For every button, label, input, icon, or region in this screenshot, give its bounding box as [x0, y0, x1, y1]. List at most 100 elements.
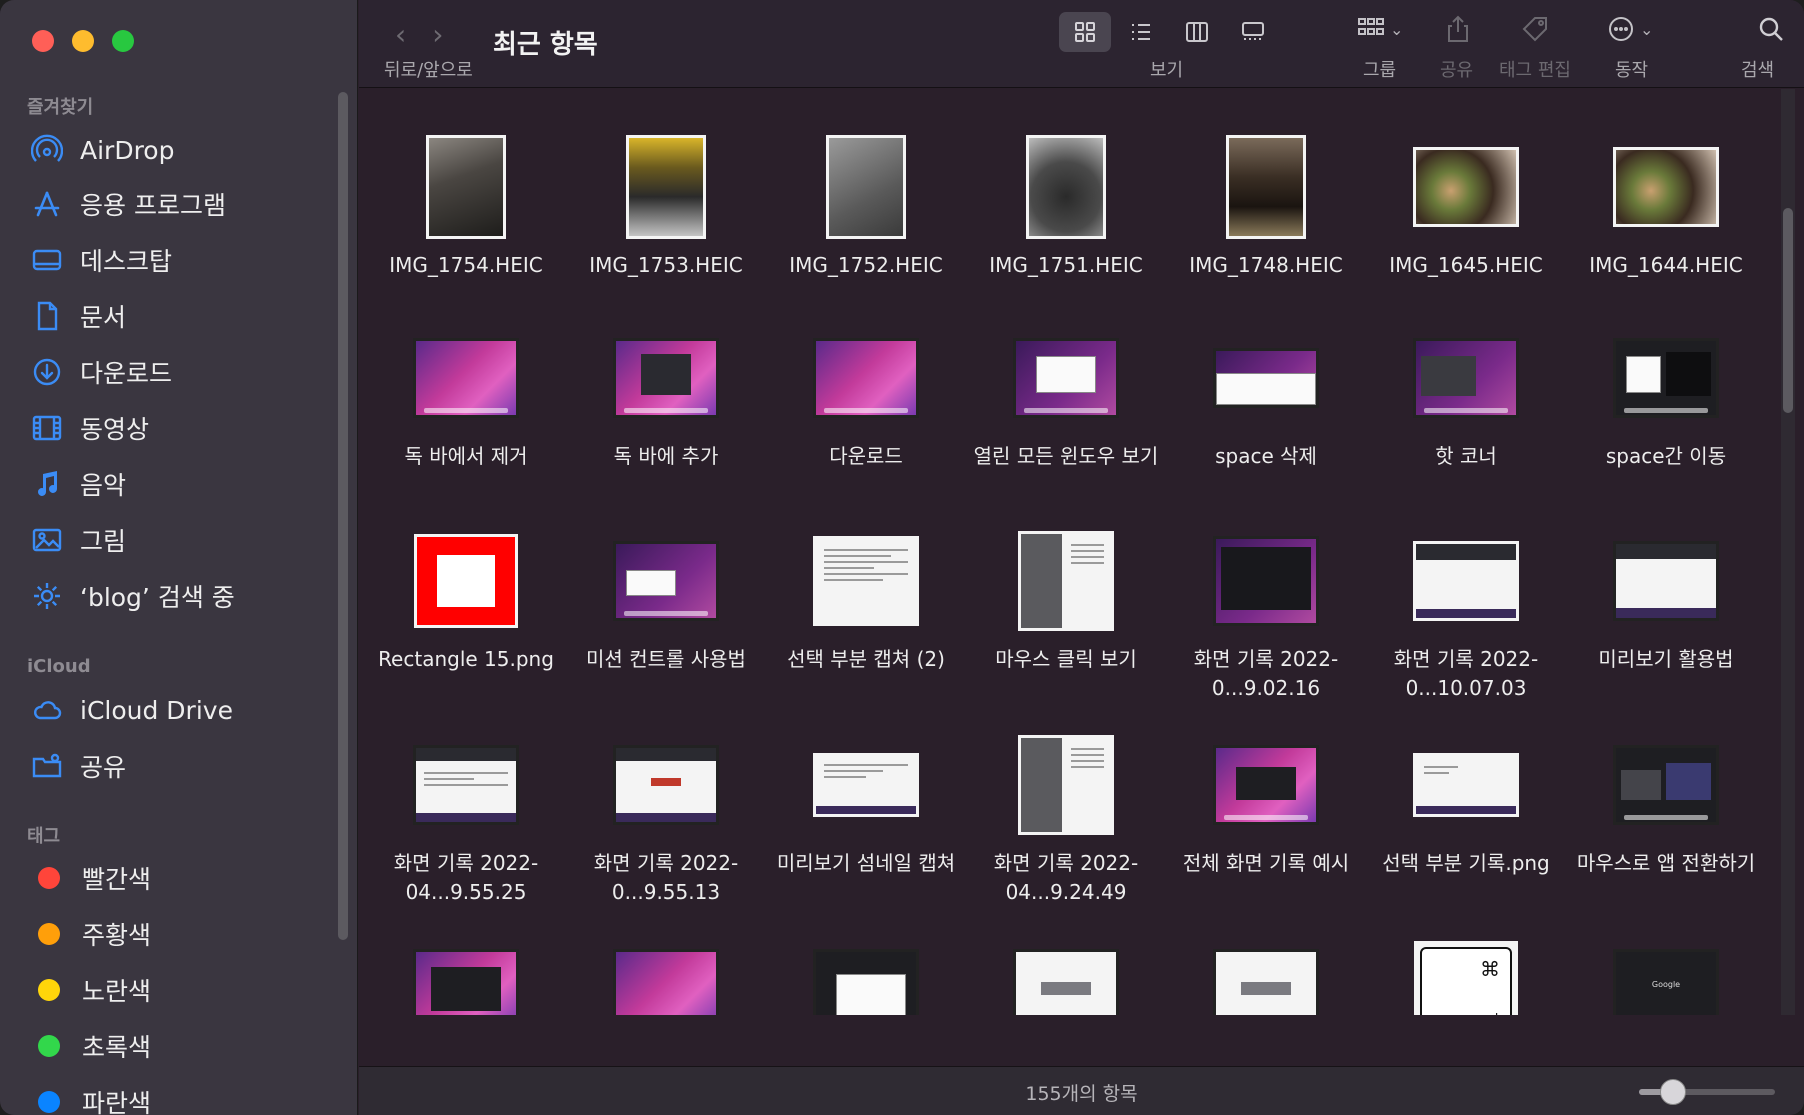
- item-count: 155개의 항목: [1025, 1083, 1138, 1105]
- photo-thumbnail: [1413, 147, 1519, 227]
- sidebar-item-label: 다운로드: [80, 359, 173, 388]
- sidebar-item-smart-search[interactable]: ‘blog’ 검색 중: [28, 574, 235, 618]
- sidebar-item-movies[interactable]: 동영상: [28, 406, 149, 450]
- sidebar-item-label: 음악: [80, 471, 127, 500]
- screenshot-thumbnail: [813, 536, 919, 626]
- file-name: space간 이동: [1605, 444, 1727, 468]
- file-name: 독 바에 추가: [613, 444, 719, 468]
- columns-icon: [1186, 22, 1208, 42]
- sidebar-item-applications[interactable]: 응용 프로그램: [28, 182, 226, 226]
- file-name: 선택 부분 캡쳐 (2): [787, 647, 945, 671]
- nav-label: 뒤로/앞으로: [384, 60, 473, 81]
- cloud-icon: [28, 691, 66, 729]
- screenshot-thumbnail: [1013, 338, 1119, 418]
- sidebar-item-label: 빨간색: [82, 865, 152, 894]
- favorites-header: 즐겨찾기: [27, 97, 94, 118]
- sidebar-tag-red[interactable]: 빨간색: [28, 856, 151, 900]
- sidebar-item-downloads[interactable]: 다운로드: [28, 350, 172, 394]
- icloud-header: iCloud: [27, 656, 91, 677]
- icon-view-button[interactable]: [1059, 12, 1111, 52]
- sidebar-item-label: 그림: [80, 527, 127, 556]
- file-name: IMG_1748.HEIC: [1189, 253, 1343, 277]
- column-view-button[interactable]: [1171, 12, 1223, 52]
- sidebar-tag-yellow[interactable]: 노란색: [28, 968, 151, 1012]
- applications-icon: [28, 185, 66, 223]
- chevron-down-icon: ⌄: [1390, 19, 1404, 39]
- gallery-icon: [1242, 22, 1264, 40]
- screenshot-thumbnail: ⌘ command: [1414, 941, 1518, 1015]
- sidebar-tag-blue[interactable]: 파란색: [28, 1080, 151, 1115]
- sidebar-item-music[interactable]: 음악: [28, 462, 126, 506]
- file-name: IMG_1752.HEIC: [789, 253, 943, 277]
- close-button[interactable]: [32, 30, 54, 52]
- photo-thumbnail: [1226, 135, 1306, 239]
- search-icon: [1759, 17, 1783, 41]
- screenshot-thumbnail: [813, 338, 919, 418]
- sidebar-item-label: 노란색: [82, 977, 152, 1006]
- sidebar-item-airdrop[interactable]: AirDrop: [28, 128, 174, 172]
- screenshot-thumbnail: [613, 541, 719, 621]
- screenshot-thumbnail: [413, 745, 519, 825]
- tag-edit-button[interactable]: [1520, 14, 1550, 48]
- tags-header: 태그: [27, 826, 61, 847]
- photo-thumbnail: [626, 135, 706, 239]
- download-icon: [28, 353, 66, 391]
- file-name: 미션 컨트롤 사용법: [586, 647, 746, 671]
- sidebar-item-label: 초록색: [82, 1033, 152, 1062]
- file-name: IMG_1751.HEIC: [989, 253, 1143, 277]
- screenshot-thumbnail: [813, 753, 919, 817]
- screenshot-thumbnail: [1613, 338, 1719, 418]
- tag-dot-yellow-icon: [38, 979, 60, 1001]
- sidebar-item-label: 데스크탑: [80, 247, 173, 276]
- sidebar-item-pictures[interactable]: 그림: [28, 518, 126, 562]
- action-button[interactable]: ⌄: [1606, 14, 1653, 44]
- screenshot-thumbnail: [1013, 949, 1119, 1015]
- file-name: Rectangle 15.png: [378, 647, 554, 671]
- icon-size-slider[interactable]: [1639, 1079, 1775, 1105]
- screenshot-thumbnail: [1213, 536, 1319, 626]
- list-icon: [1132, 24, 1150, 40]
- sidebar-scrollbar[interactable]: [338, 92, 348, 940]
- airdrop-icon: [28, 131, 66, 169]
- search-label: 검색: [1741, 60, 1775, 81]
- screenshot-thumbnail: [1018, 735, 1114, 835]
- group-button[interactable]: ⌄: [1356, 14, 1403, 44]
- sidebar-item-shared[interactable]: 공유: [28, 744, 126, 788]
- sidebar-item-desktop[interactable]: 데스크탑: [28, 238, 172, 282]
- photo-thumbnail: [1613, 147, 1719, 227]
- tag-dot-green-icon: [38, 1035, 60, 1057]
- image-thumbnail: [414, 534, 518, 628]
- icon-size-slider-knob[interactable]: [1660, 1079, 1686, 1105]
- window-title: 최근 항목: [493, 30, 598, 60]
- photo-thumbnail: [426, 135, 506, 239]
- search-button[interactable]: [1756, 14, 1786, 48]
- share-label: 공유: [1440, 60, 1474, 81]
- zoom-button[interactable]: [112, 30, 134, 52]
- sidebar-item-label: 동영상: [80, 415, 150, 444]
- forward-arrow-icon[interactable]: ›: [432, 18, 443, 51]
- desktop-icon: [28, 241, 66, 279]
- sidebar-tag-green[interactable]: 초록색: [28, 1024, 151, 1068]
- back-arrow-icon[interactable]: ‹: [395, 18, 406, 51]
- list-view-button[interactable]: [1115, 12, 1167, 52]
- sidebar-item-documents[interactable]: 문서: [28, 294, 126, 338]
- sidebar-tag-orange[interactable]: 주황색: [28, 912, 151, 956]
- sidebar-item-label: 파란색: [82, 1089, 152, 1115]
- content-scrollbar[interactable]: [1783, 208, 1793, 413]
- sidebar-item-icloud-drive[interactable]: iCloud Drive: [28, 688, 233, 732]
- tag-dot-red-icon: [38, 867, 60, 889]
- sidebar-item-label: 공유: [80, 753, 127, 782]
- share-button[interactable]: [1443, 14, 1473, 48]
- file-name: 핫 코너: [1435, 444, 1497, 468]
- file-name: 화면 기록 2022-0...10.07.03: [1393, 647, 1539, 700]
- chevron-down-icon: ⌄: [1640, 19, 1654, 39]
- file-name: IMG_1645.HEIC: [1389, 253, 1543, 277]
- screenshot-thumbnail: [1413, 338, 1519, 418]
- google-logo-text: Google: [1651, 980, 1681, 989]
- finder-window: 즐겨찾기 AirDrop 응용 프로그램 데스크탑 문서 다운로드 동영상 음악: [0, 0, 1804, 1115]
- share-icon: [1448, 15, 1468, 42]
- gallery-view-button[interactable]: [1227, 12, 1279, 52]
- screenshot-thumbnail: [1613, 541, 1719, 621]
- minimize-button[interactable]: [72, 30, 94, 52]
- group-label: 그룹: [1363, 60, 1397, 81]
